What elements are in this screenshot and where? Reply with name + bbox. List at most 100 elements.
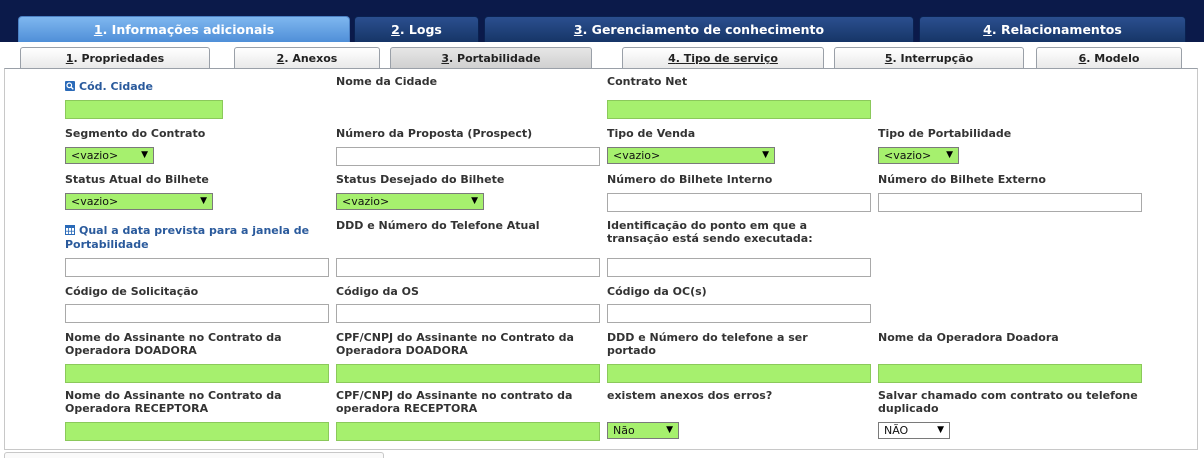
tab-propriedades[interactable]: 1. Propriedades [20, 47, 210, 69]
calendar-icon [65, 225, 75, 235]
search-icon [65, 81, 75, 91]
tab-number: 3 [573, 22, 583, 37]
numero-proposta-input[interactable] [336, 147, 600, 166]
tab-label: . Propriedades [73, 52, 165, 65]
chevron-down-icon: ▼ [666, 425, 673, 435]
salvar-duplicado-label-line2: duplicado [878, 402, 939, 415]
codigo-oc-label: Código da OC(s) [607, 285, 707, 298]
status-desejado-label: Status Desejado do Bilhete [336, 173, 505, 186]
data-janela-label-line2[interactable]: Portabilidade [65, 239, 149, 251]
tipo-venda-select[interactable]: <vazio> ▼ [607, 147, 775, 164]
nome-assinante-receptora-input[interactable] [65, 422, 329, 441]
cod-cidade-input[interactable] [65, 100, 223, 119]
tab-label: . Gerenciamento de conhecimento [582, 22, 825, 37]
bilhete-externo-input[interactable] [878, 193, 1142, 212]
nome-assinante-doadora-label-line2: Operadora DOADORA [65, 344, 197, 357]
tab-number: 3 [441, 52, 450, 65]
cpf-receptora-label-line2: operadora RECEPTORA [336, 402, 478, 415]
select-value: <vazio> [342, 195, 390, 208]
tab-portabilidade[interactable]: 3. Portabilidade [390, 47, 592, 69]
tab-relacionamentos[interactable]: 4. Relacionamentos [919, 16, 1186, 42]
salvar-duplicado-select[interactable]: NÃO ▼ [878, 422, 950, 439]
tab-modelo[interactable]: 6. Modelo [1036, 47, 1182, 69]
status-atual-label: Status Atual do Bilhete [65, 173, 209, 186]
chevron-down-icon: ▼ [200, 196, 207, 206]
bilhete-interno-label: Número do Bilhete Interno [607, 173, 773, 186]
tab-interrupcao[interactable]: 5. Interrupção [834, 47, 1024, 69]
data-janela-label[interactable]: Qual a data prevista para a janela de [65, 225, 309, 237]
status-desejado-select[interactable]: <vazio> ▼ [336, 193, 484, 210]
nome-assinante-receptora-label: Nome do Assinante no Contrato da [65, 389, 282, 402]
tipo-portabilidade-select[interactable]: <vazio> ▼ [878, 147, 959, 164]
cpf-doadora-input[interactable] [336, 364, 600, 383]
bilhete-externo-label: Número do Bilhete Externo [878, 173, 1046, 186]
codigo-solicitacao-label: Código de Solicitação [65, 285, 199, 298]
tab-number: 4 [983, 22, 992, 37]
cpf-receptora-label: CPF/CNPJ do Assinante no contrato da [336, 389, 573, 402]
codigo-oc-input[interactable] [607, 304, 871, 323]
select-value: <vazio> [613, 149, 661, 162]
select-value: <vazio> [884, 149, 932, 162]
chevron-down-icon: ▼ [946, 150, 953, 160]
ddd-atual-label: DDD e Número do Telefone Atual [336, 219, 540, 232]
identificacao-ponto-input[interactable] [607, 258, 871, 277]
tab-label: . Portabilidade [449, 52, 541, 65]
contrato-net-label: Contrato Net [607, 75, 688, 88]
tipo-portabilidade-label: Tipo de Portabilidade [878, 127, 1012, 140]
tab-logs[interactable]: 2. Logs [354, 16, 479, 42]
tab-label: . Modelo [1086, 52, 1140, 65]
nome-assinante-doadora-input[interactable] [65, 364, 329, 383]
bottom-tab-edge [4, 452, 384, 458]
contrato-net-input[interactable] [607, 100, 871, 119]
tab-number: 6 [1078, 52, 1087, 65]
tab-tipo-servico[interactable]: 4. Tipo de serviço [622, 47, 824, 69]
codigo-os-input[interactable] [336, 304, 600, 323]
select-value: NÃO [884, 424, 909, 437]
cpf-doadora-label-line2: Operadora DOADORA [336, 344, 468, 357]
select-value: Não [613, 424, 635, 437]
data-janela-input[interactable] [65, 258, 329, 277]
chevron-down-icon: ▼ [762, 150, 769, 160]
codigo-os-label: Código da OS [336, 285, 419, 298]
tab-number: 1 [65, 52, 74, 65]
nome-assinante-receptora-label-line2: Operadora RECEPTORA [65, 402, 209, 415]
ddd-portado-label-line2: portado [607, 344, 656, 357]
ddd-portado-label: DDD e Número do telefone a ser [607, 331, 808, 344]
tab-number: 4 [668, 52, 676, 65]
chevron-down-icon: ▼ [937, 425, 944, 435]
cod-cidade-label[interactable]: Cód. Cidade [65, 81, 153, 93]
tab-anexos[interactable]: 2. Anexos [234, 47, 380, 69]
ddd-portado-input[interactable] [607, 364, 871, 383]
tab-label: . Tipo de serviço [675, 52, 778, 65]
tab-number: 2 [391, 22, 400, 37]
select-value: <vazio> [71, 149, 119, 162]
tab-informacoes-adicionais[interactable]: 1. Informações adicionais [18, 16, 350, 42]
tab-number: 2 [276, 52, 285, 65]
anexos-erros-select[interactable]: Não ▼ [607, 422, 679, 439]
sub-tab-bar: 1. Propriedades 2. Anexos 3. Portabilida… [20, 47, 1182, 69]
salvar-duplicado-label: Salvar chamado com contrato ou telefone [878, 389, 1138, 402]
ddd-atual-input[interactable] [336, 258, 600, 277]
segmento-contrato-select[interactable]: <vazio> ▼ [65, 147, 154, 164]
main-tab-bar: 1. Informações adicionais 2. Logs 3. Ger… [18, 16, 1186, 42]
identificacao-ponto-label: Identificação do ponto em que a [607, 219, 808, 232]
anexos-erros-label: existem anexos dos erros? [607, 389, 773, 402]
nome-assinante-doadora-label: Nome do Assinante no Contrato da [65, 331, 282, 344]
cpf-receptora-input[interactable] [336, 422, 600, 441]
tab-label: . Relacionamentos [991, 22, 1122, 37]
codigo-solicitacao-input[interactable] [65, 304, 329, 323]
tab-label: . Anexos [284, 52, 338, 65]
tab-number: 1 [93, 22, 103, 37]
chevron-down-icon: ▼ [141, 150, 148, 160]
select-value: <vazio> [71, 195, 119, 208]
label-text: Cód. Cidade [79, 80, 153, 93]
status-atual-select[interactable]: <vazio> ▼ [65, 193, 213, 210]
bilhete-interno-input[interactable] [607, 193, 871, 212]
tab-label: . Informações adicionais [102, 22, 275, 37]
operadora-doadora-input[interactable] [878, 364, 1142, 383]
chevron-down-icon: ▼ [471, 196, 478, 206]
tab-gerenciamento-conhecimento[interactable]: 3. Gerenciamento de conhecimento [484, 16, 914, 42]
nome-cidade-label: Nome da Cidade [336, 75, 438, 88]
identificacao-ponto-label-line2: transação está sendo executada: [607, 232, 813, 245]
tab-label: . Interrupção [892, 52, 974, 65]
